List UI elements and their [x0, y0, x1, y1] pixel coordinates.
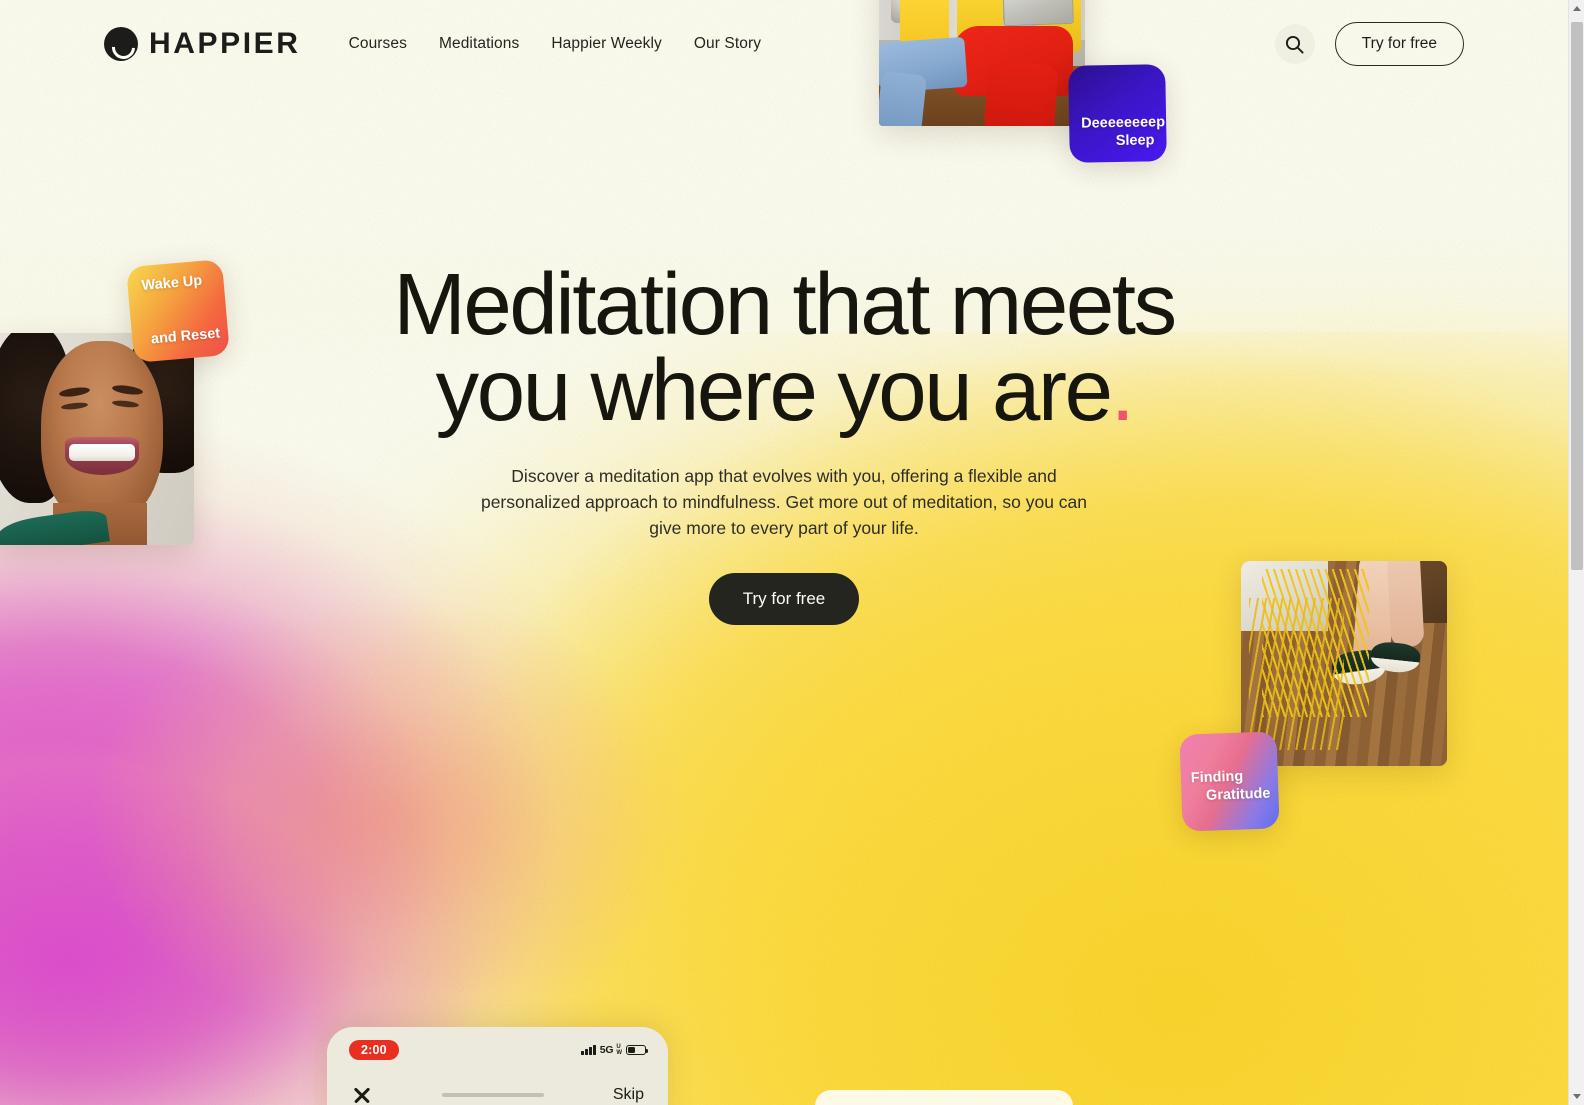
tile-finding-gratitude-line2: Gratitude [1205, 785, 1271, 804]
tile-deep-sleep-line2: Sleep [1115, 132, 1155, 149]
tile-finding-gratitude-line1: Finding [1190, 768, 1244, 787]
brand-wordmark: HAPPIER [149, 27, 301, 60]
smile-circle-icon [104, 27, 138, 61]
brand-logo-link[interactable]: HAPPIER [104, 27, 301, 61]
page-viewport: HAPPIER Courses Meditations Happier Week… [0, 0, 1568, 1105]
scroll-down-button[interactable] [1569, 1088, 1584, 1105]
hero-subtitle: Discover a meditation app that evolves w… [480, 466, 1088, 538]
page-title: Meditation that meets you where you are. [324, 261, 1244, 434]
finding-gratitude-tile-wrapper: Finding Gratitude [1179, 731, 1280, 832]
header-try-for-free-button[interactable]: Try for free [1334, 22, 1464, 66]
hero-title-accent-dot: . [1110, 342, 1135, 440]
session-timer-badge: 2:00 [349, 1040, 399, 1060]
tile-deep-sleep-line1: Deeeeeeeep [1081, 114, 1166, 132]
network-label: 5G [599, 1044, 614, 1056]
peeking-card [815, 1090, 1073, 1105]
tile-wake-up-line1: Wake Up [140, 272, 203, 295]
tile-finding-gratitude[interactable]: Finding Gratitude [1179, 731, 1280, 832]
chevron-up-icon [1573, 6, 1581, 11]
header-actions: Try for free [1274, 22, 1464, 66]
network-sub-label: U W [616, 1044, 622, 1056]
hero-title-line1: Meditation that meets [393, 256, 1177, 353]
phone-status-indicators: 5G U W [581, 1044, 649, 1056]
skip-button[interactable]: Skip [613, 1086, 644, 1104]
hero-try-for-free-button[interactable]: Try for free [708, 573, 860, 626]
main-navigation: Courses Meditations Happier Weekly Our S… [347, 29, 764, 59]
nav-item-our-story[interactable]: Our Story [692, 29, 763, 59]
tile-wake-up-and-reset[interactable]: Wake Up and Reset [125, 258, 231, 364]
search-icon [1286, 35, 1304, 54]
phone-player-controls: Skip [327, 1073, 668, 1105]
search-button[interactable] [1274, 24, 1315, 64]
network-sub-bottom: W [616, 1050, 622, 1056]
phone-mockup: 2:00 5G U W Skip [327, 1027, 668, 1105]
drag-handle[interactable] [441, 1092, 544, 1098]
site-header: HAPPIER Courses Meditations Happier Week… [0, 0, 1568, 88]
nav-item-happier-weekly[interactable]: Happier Weekly [549, 29, 664, 59]
signal-bars-icon [581, 1045, 596, 1055]
scroll-up-button[interactable] [1569, 0, 1584, 17]
close-x-icon[interactable] [351, 1084, 373, 1105]
battery-icon [626, 1044, 649, 1056]
phone-status-bar: 2:00 5G U W [327, 1039, 668, 1061]
page-scrollbar[interactable] [1568, 0, 1584, 1105]
nav-item-meditations[interactable]: Meditations [437, 29, 521, 59]
smiling-woman-photo [0, 333, 194, 545]
tile-wake-up-line2: and Reset [150, 325, 221, 348]
nav-item-courses[interactable]: Courses [347, 29, 409, 59]
wake-up-tile-wrapper: Wake Up and Reset [125, 258, 231, 364]
chevron-down-icon [1573, 1094, 1581, 1099]
background-peach-glow [31, 552, 753, 1083]
scrollbar-thumb[interactable] [1571, 22, 1583, 570]
hero-title-line2: you where you are [435, 342, 1113, 440]
